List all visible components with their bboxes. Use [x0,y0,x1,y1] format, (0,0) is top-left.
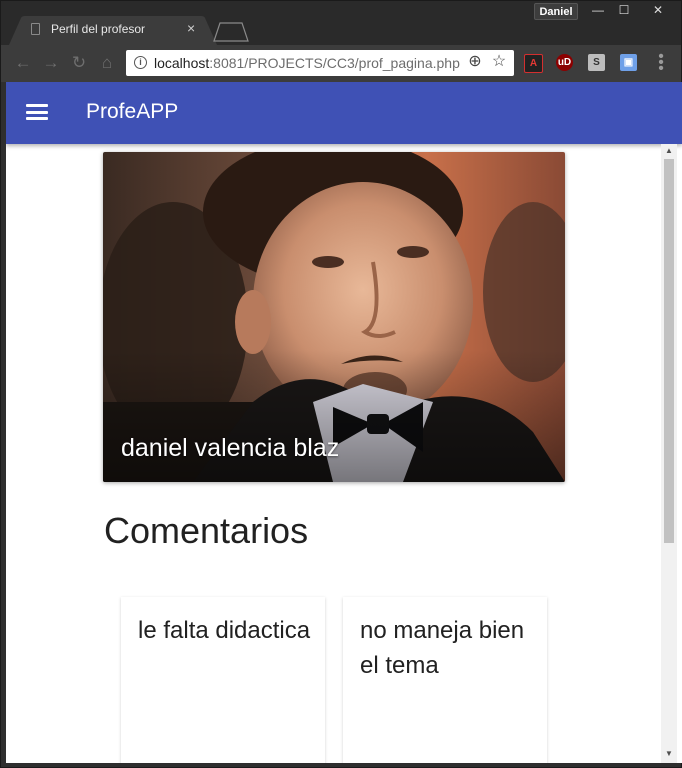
scroll-up-icon[interactable]: ▲ [664,147,674,155]
tab-close-icon[interactable]: × [187,20,195,36]
comment-card: le falta didactica [121,597,325,763]
scroll-down-icon[interactable]: ▼ [664,750,674,758]
minimize-icon[interactable]: — [585,1,611,21]
app-bar: ProfeAPP [6,82,682,144]
app-title: ProfeAPP [86,100,179,123]
ublock-extension-icon[interactable]: uD [556,54,573,71]
url-text[interactable]: localhost:8081/PROJECTS/CC3/prof_pagina.… [154,55,460,71]
url-host: localhost [154,55,210,71]
maximize-icon[interactable]: ☐ [611,1,637,21]
screen-extension-icon[interactable]: ▣ [620,54,637,71]
site-info-icon[interactable]: i [134,56,147,69]
zoom-icon[interactable]: ⊕ [466,53,484,71]
comment-text: le falta didactica [138,617,311,644]
profile-user-badge[interactable]: Daniel [534,3,578,20]
comment-card: no maneja bien el tema [343,597,547,763]
browser-menu-icon[interactable]: • • • [656,49,666,77]
reload-icon[interactable]: ↻ [69,53,89,73]
address-bar[interactable]: i localhost:8081/PROJECTS/CC3/prof_pagin… [126,50,514,76]
scrollbar-thumb[interactable] [664,159,674,543]
browser-window: Perfil del profesor × Daniel — ☐ ✕ ← → ↻… [0,0,682,768]
comment-text: no maneja bien el tema [360,617,525,679]
page-icon [31,23,40,35]
comments-heading: Comentarios [104,510,309,551]
browser-toolbar: ← → ↻ ⌂ i localhost:8081/PROJECTS/CC3/pr… [1,45,681,82]
bookmark-star-icon[interactable]: ☆ [490,53,508,71]
title-bar: Perfil del profesor × Daniel — ☐ ✕ [1,1,681,45]
home-icon[interactable]: ⌂ [97,53,117,73]
s-extension-icon[interactable]: S [588,54,605,71]
new-tab-button[interactable] [213,22,249,42]
tab-title: Perfil del profesor [51,22,146,36]
pdf-extension-icon[interactable]: A [524,54,543,73]
profile-photo [103,152,565,482]
menu-icon[interactable] [26,104,48,120]
page-viewport: ProfeAPP daniel valencia blaz Comentario… [6,82,682,763]
close-window-icon[interactable]: ✕ [645,1,671,21]
forward-icon[interactable]: → [41,53,61,73]
back-icon[interactable]: ← [13,53,33,73]
profile-card: daniel valencia blaz [103,152,565,482]
url-path: :8081/PROJECTS/CC3/prof_pagina.php [209,55,460,71]
profile-name: daniel valencia blaz [121,434,340,462]
page-scrollbar[interactable]: ▲ ▼ [661,144,677,763]
